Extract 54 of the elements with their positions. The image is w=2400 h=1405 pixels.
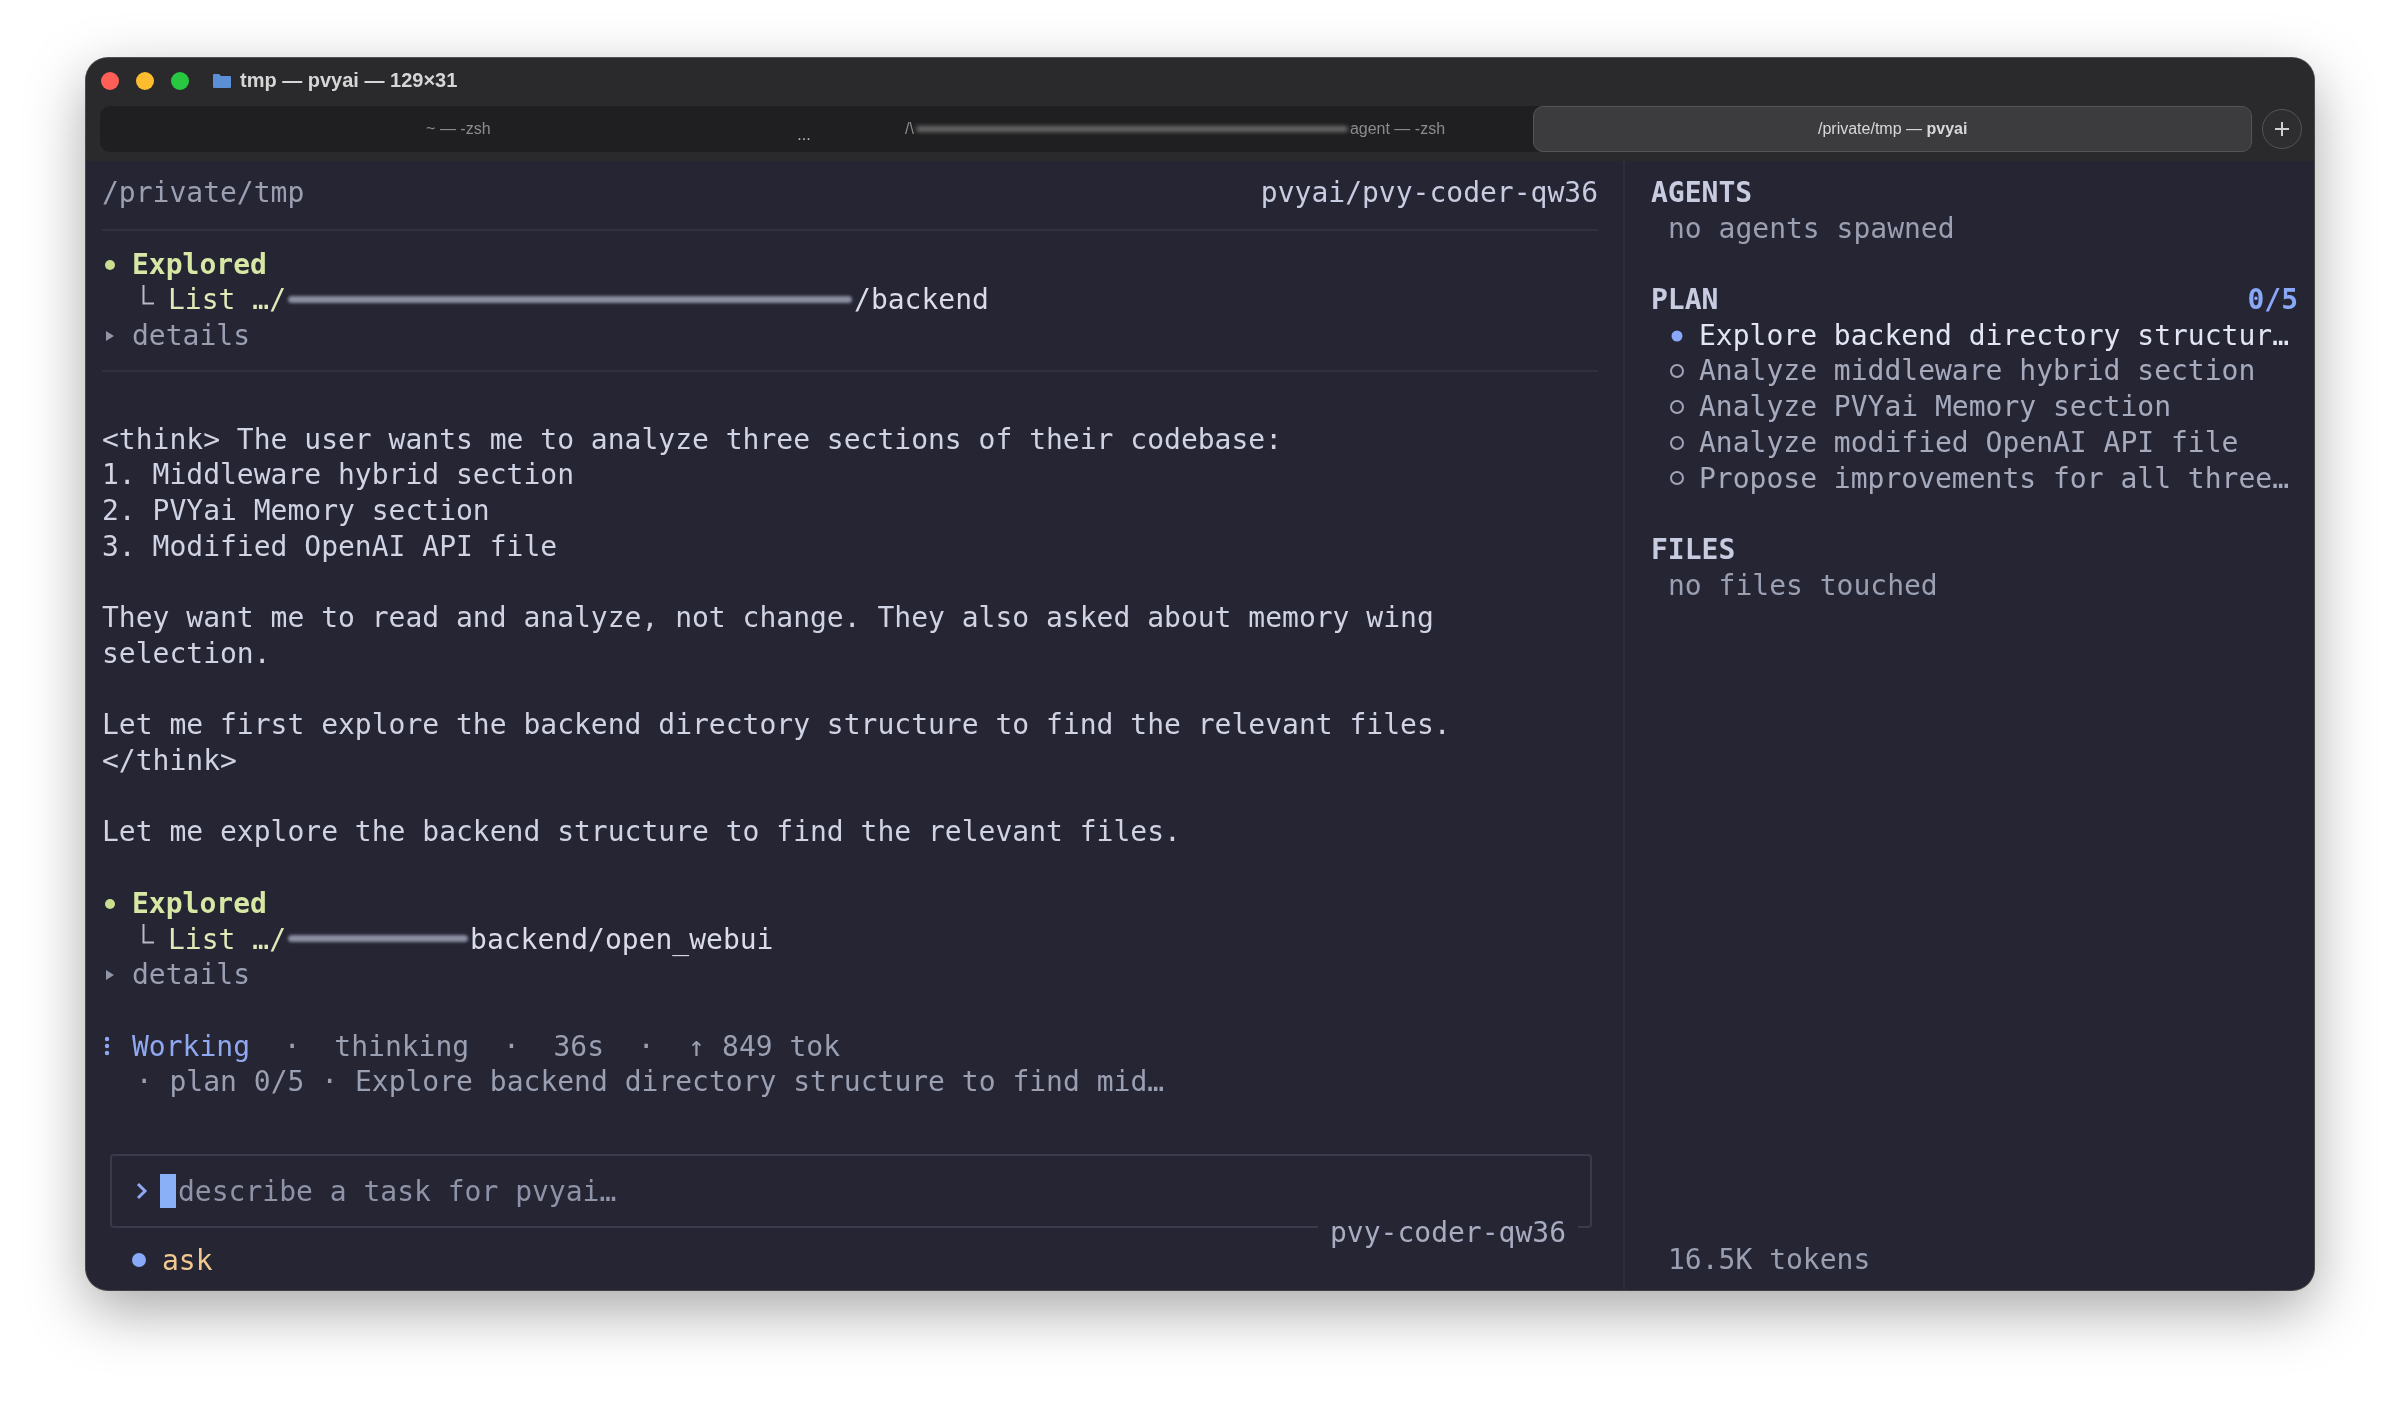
folder-icon <box>212 72 232 89</box>
path-suffix: /backend <box>854 282 989 319</box>
section-title: PLAN <box>1651 282 1719 318</box>
plan-step: Analyze middleware hybrid section <box>1699 353 2256 390</box>
minimize-button[interactable] <box>136 71 154 90</box>
tool-action: List <box>168 282 236 319</box>
empty-state: no files touched <box>1667 567 1938 604</box>
message-paragraph: They want me to read and analyze, not change. They also asked about memory wing selection. <box>102 600 1435 672</box>
tab[interactable]: /\ agent — -zsh <box>816 106 1534 152</box>
plan-step: Explore backend directory structur… <box>1699 317 2289 354</box>
prompt-chevron-icon <box>136 1182 148 1201</box>
empty-state: no agents spawned <box>1667 210 1955 247</box>
model-name: pvyai/pvy-coder-qw36 <box>1260 175 1598 211</box>
text-cursor <box>160 1174 176 1209</box>
input-placeholder: describe a task for pvyai… <box>178 1174 617 1208</box>
section-title: AGENTS <box>1651 175 1753 211</box>
tab[interactable]: ~ — -zsh ... <box>100 106 817 152</box>
mode-dot-icon <box>132 1253 146 1268</box>
plan-step: Analyze PVYai Memory section <box>1699 389 2171 425</box>
tool-title: Explored <box>132 246 267 283</box>
plan-step: Propose improvements for all three… <box>1699 460 2289 497</box>
path-prefix: …/ <box>252 282 287 319</box>
details-toggle[interactable]: details <box>132 318 250 354</box>
spinner-icon <box>104 1036 110 1057</box>
mode-label[interactable]: ask <box>162 1243 213 1277</box>
tab[interactable]: /private/tmp — pvyai <box>1533 106 2252 152</box>
bullet-icon <box>105 898 115 909</box>
tab-overflow-indicator: ... <box>797 126 811 144</box>
path-suffix: backend/open_webui <box>470 921 774 958</box>
tool-title: Explored <box>132 885 267 922</box>
tree-branch-icon <box>142 924 154 945</box>
path-prefix: …/ <box>252 921 287 958</box>
disclosure-icon[interactable] <box>105 329 115 342</box>
zoom-button[interactable] <box>171 71 189 90</box>
status-meta: · thinking · 36s · ↑ 849 tok <box>282 1028 841 1065</box>
details-toggle[interactable]: details <box>132 957 250 993</box>
section-title: FILES <box>1651 531 1736 568</box>
plan-progress: 0/5 <box>2247 282 2298 318</box>
working-directory: /private/tmp <box>102 175 305 211</box>
status-label: Working <box>132 1028 250 1065</box>
status-detail: · plan 0/5 · Explore backend directory structure to find mid… <box>134 1064 1165 1100</box>
token-count: 16.5K tokens <box>1667 1242 1871 1278</box>
message-paragraph: <think> The user wants me to analyze three sections of their codebase: 1. Middleware hybrid section 2. PVYai Memory section 3. Modified OpenAI API file <box>102 421 1284 565</box>
new-tab-button[interactable] <box>2262 109 2302 149</box>
message-paragraph: Let me first explore the backend directory structure to find the relevant files. </think> <box>102 707 1452 779</box>
tree-branch-icon <box>142 285 154 306</box>
disclosure-icon[interactable] <box>105 969 115 982</box>
close-button[interactable] <box>101 71 119 90</box>
window-title: tmp — pvyai — 129×31 <box>240 69 458 92</box>
plan-step: Analyze modified OpenAI API file <box>1699 424 2239 461</box>
plus-icon <box>2273 120 2291 138</box>
message-paragraph: Let me explore the backend structure to find the relevant files. <box>102 814 1182 851</box>
bullet-icon <box>105 259 115 270</box>
tool-action: List <box>168 921 236 958</box>
